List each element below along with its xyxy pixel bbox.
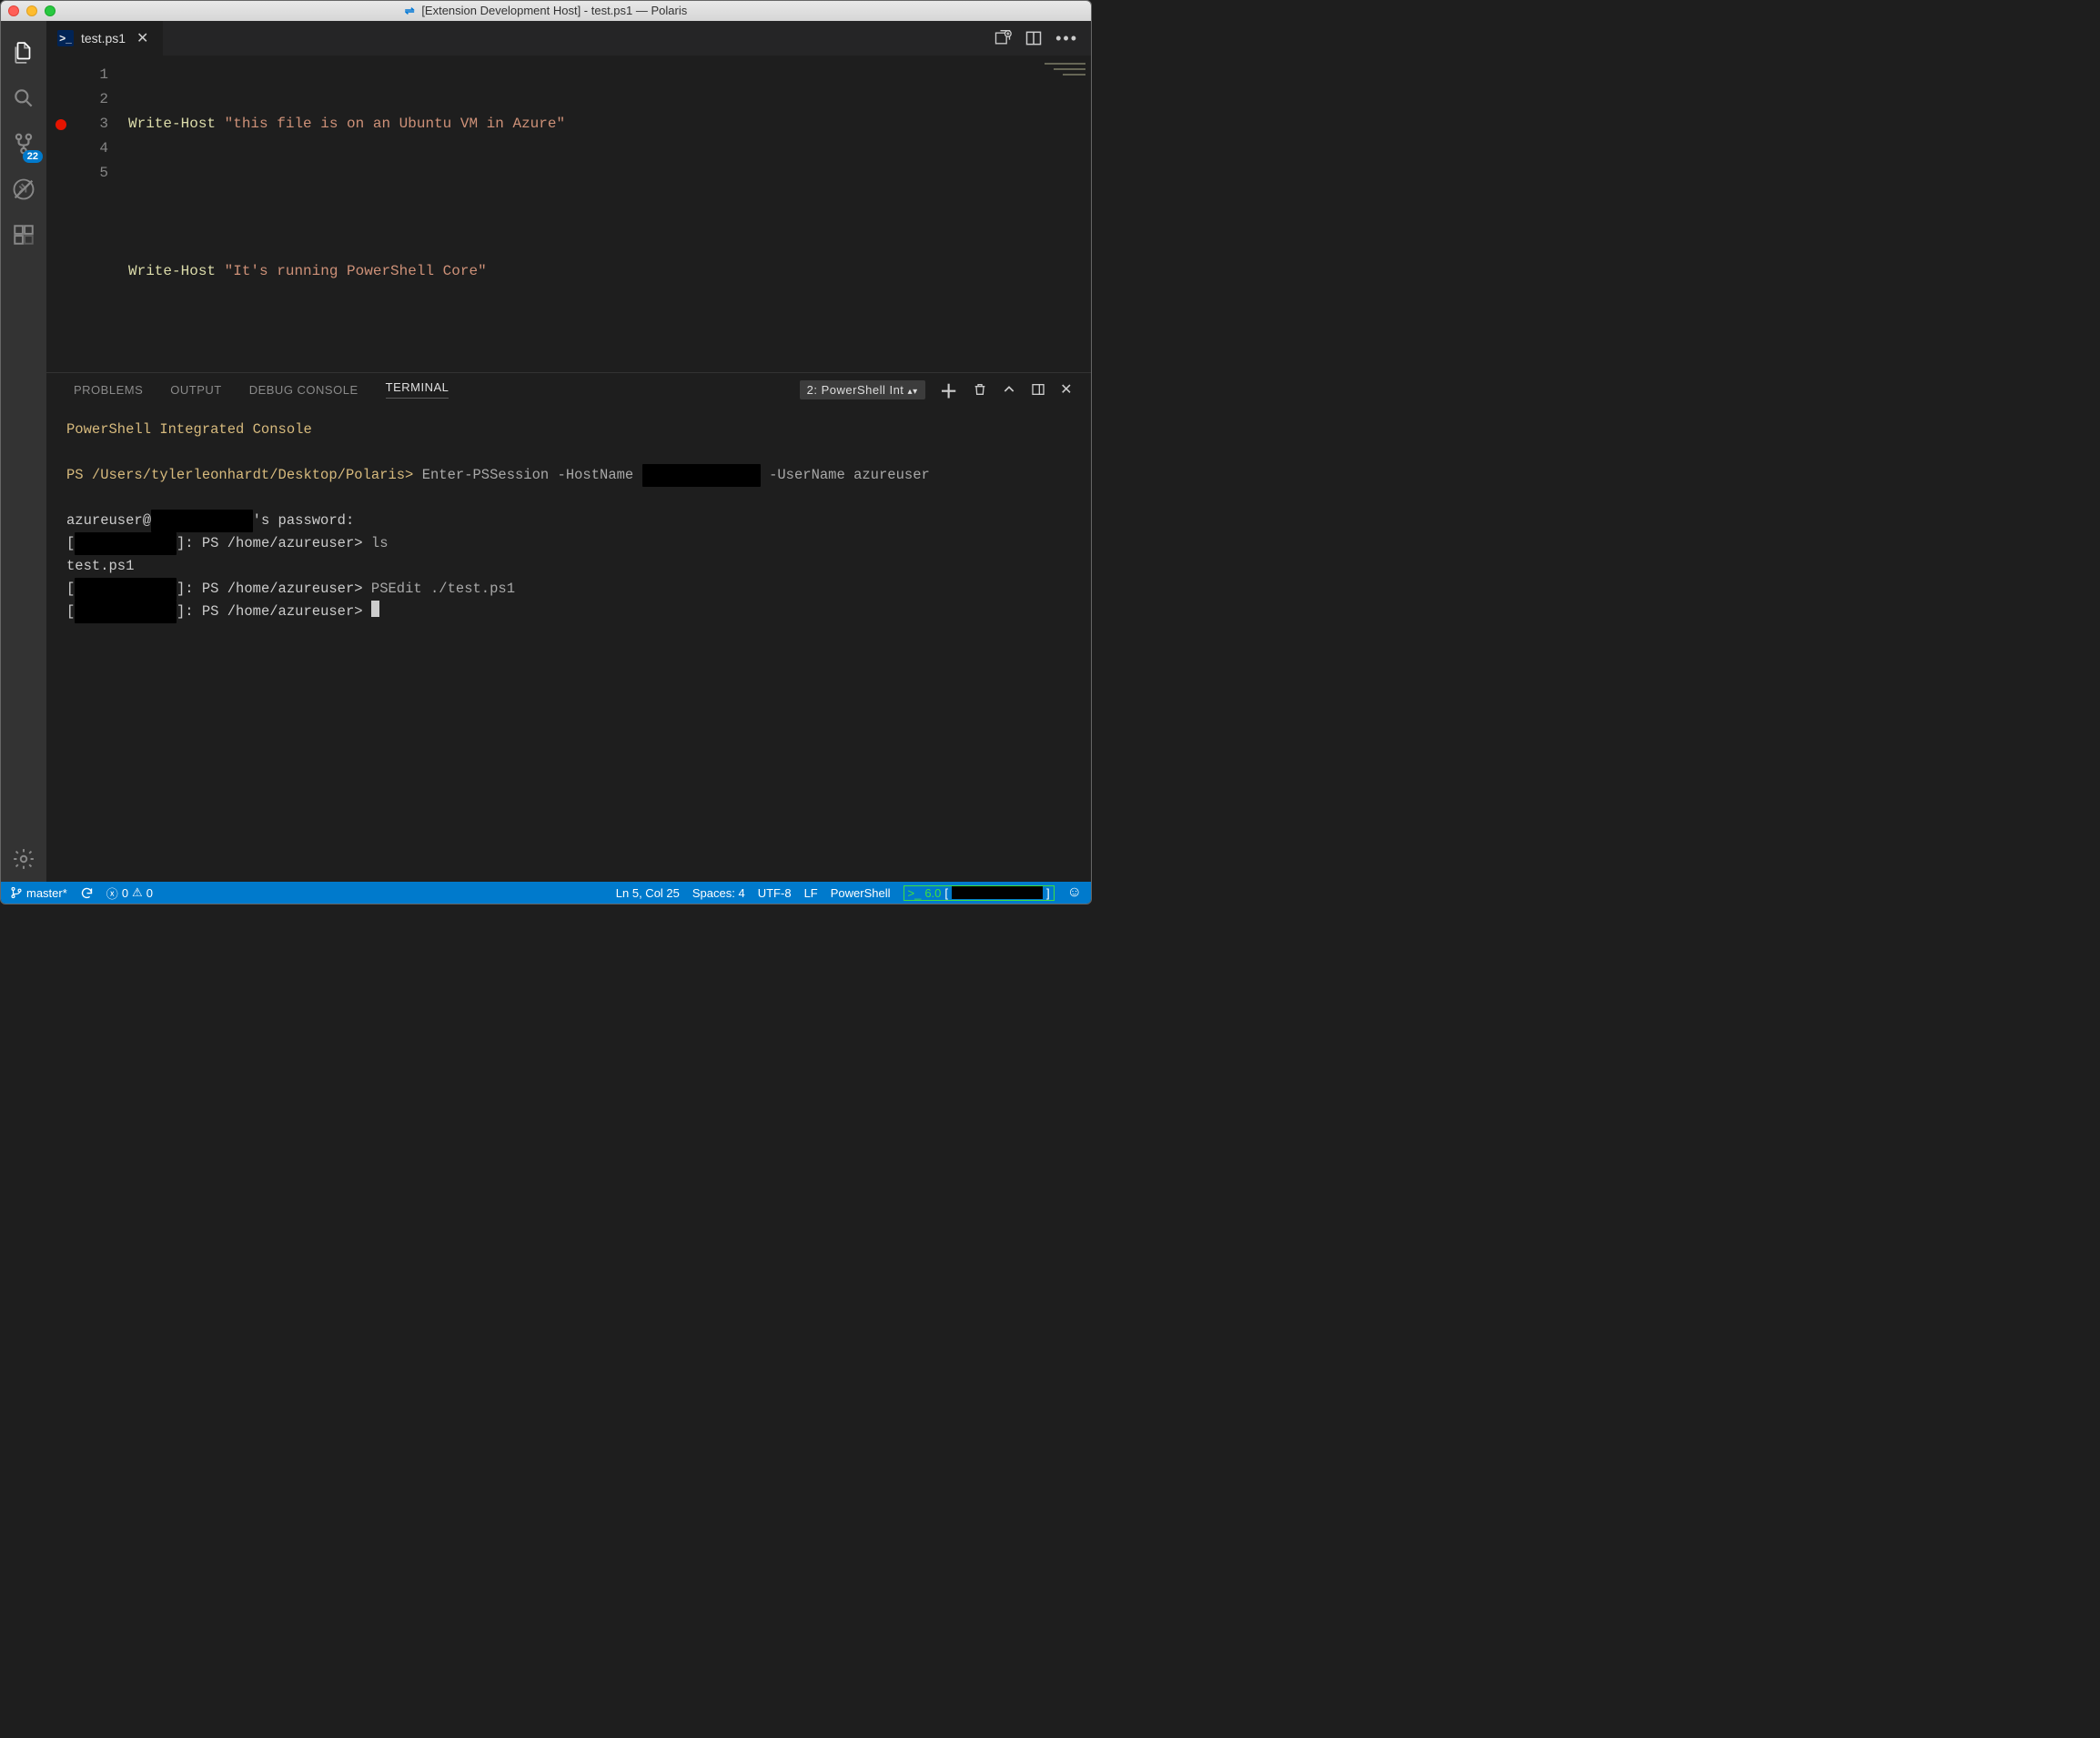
feedback-icon[interactable]: ☺ (1067, 884, 1082, 901)
line-number: 2 (46, 87, 108, 112)
close-tab-icon[interactable]: ✕ (133, 29, 152, 47)
powershell-version[interactable]: >_ 6.0 [] (904, 885, 1055, 901)
error-icon: ⓧ (106, 884, 118, 902)
zoom-window-button[interactable] (45, 5, 56, 16)
error-count: 0 (122, 886, 128, 900)
terminal-header: PowerShell Integrated Console (66, 421, 312, 438)
activity-bar: 22 (1, 21, 46, 882)
search-icon[interactable] (1, 76, 46, 121)
titlebar: ⇌ [Extension Development Host] - test.ps… (1, 1, 1091, 21)
editor-actions: ••• (994, 21, 1091, 56)
tab-terminal[interactable]: TERMINAL (386, 380, 449, 399)
ls-output: test.ps1 (66, 558, 134, 574)
remote-line: [xxxxxxxxxxxx]: PS /home/azureuser> PSEd… (66, 581, 515, 597)
terminal-command: ls (371, 535, 389, 551)
tab-test-ps1[interactable]: >_ test.ps1 ✕ (46, 21, 163, 56)
status-bar: master* ⓧ0 ⚠0 Ln 5, Col 25 Spaces: 4 UTF… (1, 882, 1091, 904)
panel-maximize-icon[interactable] (1031, 382, 1045, 397)
tab-debug-console[interactable]: DEBUG CONSOLE (249, 383, 358, 397)
terminal-command: PSEdit ./test.ps1 (371, 581, 515, 597)
window-title-text: [Extension Development Host] - test.ps1 … (421, 4, 687, 17)
redacted-hostname: xxxxxxxxxxxxxx (642, 464, 761, 487)
terminal-cursor (371, 601, 379, 617)
panel-tabs: PROBLEMS OUTPUT DEBUG CONSOLE TERMINAL 2… (46, 373, 1091, 406)
tab-problems[interactable]: PROBLEMS (74, 383, 143, 397)
code-token: Write-Host (128, 116, 216, 132)
remote-line: [xxxxxxxxxxxx]: PS /home/azureuser> ls (66, 535, 389, 551)
problems-status[interactable]: ⓧ0 ⚠0 (106, 884, 153, 902)
code-token: "this file is on an Ubuntu VM in Azure" (225, 116, 565, 132)
panel-actions: 2: PowerShell Int ▴▾ ＋ ✕ (800, 377, 1073, 403)
tab-bar: >_ test.ps1 ✕ ••• (46, 21, 1091, 56)
redacted-host: xxxxxxxxxxxx (75, 532, 177, 555)
prompt-icon: >_ (908, 886, 922, 900)
code-token: "It's running PowerShell Core" (225, 263, 487, 279)
password-prompt: azureuser@xxxxxxxxxxxx's password: (66, 512, 354, 529)
redacted-host: xxxxxxxxxxxx (151, 510, 253, 532)
new-terminal-icon[interactable]: ＋ (940, 377, 959, 403)
code-editor[interactable]: 1 2 3 4 5 Write-Host "this file is on an… (46, 56, 1091, 372)
minimap[interactable] (1041, 56, 1091, 372)
diff-icon[interactable] (994, 29, 1012, 47)
explorer-icon[interactable] (1, 30, 46, 76)
terminal-command: Enter-PSSession -HostName xxxxxxxxxxxxxx… (422, 467, 930, 483)
scm-badge: 22 (23, 150, 43, 163)
source-control-icon[interactable]: 22 (1, 121, 46, 167)
powershell-file-icon: >_ (57, 30, 74, 46)
debug-icon[interactable] (1, 167, 46, 212)
app-window: ⇌ [Extension Development Host] - test.ps… (0, 0, 1092, 904)
tab-output[interactable]: OUTPUT (170, 383, 221, 397)
close-panel-icon[interactable]: ✕ (1060, 380, 1073, 399)
workbench: 22 >_ test.ps1 ✕ (1, 21, 1091, 882)
line-number: 5 (46, 161, 108, 186)
tab-label: test.ps1 (81, 31, 126, 45)
gutter: 1 2 3 4 5 (46, 56, 128, 372)
remote-line: [xxxxxxxxxxxx]: PS /home/azureuser> (66, 603, 379, 620)
more-actions-icon[interactable]: ••• (1055, 29, 1078, 48)
code-token: Write-Host (128, 263, 216, 279)
window-title: ⇌ [Extension Development Host] - test.ps… (1, 4, 1091, 18)
git-branch[interactable]: master* (10, 886, 67, 900)
close-window-button[interactable] (8, 5, 19, 16)
breakpoint-icon[interactable] (56, 119, 66, 130)
redacted-host: xxxxxxxxxxxx (75, 578, 177, 601)
encoding-status[interactable]: UTF-8 (758, 886, 792, 900)
window-controls (8, 5, 56, 16)
line-number: 3 (99, 116, 108, 132)
prompt-path: PS /Users/tylerleonhardt/Desktop/Polaris… (66, 467, 413, 483)
sync-icon[interactable] (80, 886, 94, 900)
terminal-selector[interactable]: 2: PowerShell Int ▴▾ (800, 380, 925, 399)
extensions-icon[interactable] (1, 212, 46, 258)
bottom-panel: PROBLEMS OUTPUT DEBUG CONSOLE TERMINAL 2… (46, 372, 1091, 882)
branch-name: master* (26, 886, 67, 900)
settings-gear-icon[interactable] (1, 836, 46, 882)
code-content[interactable]: Write-Host "this file is on an Ubuntu VM… (128, 56, 1041, 372)
split-editor-icon[interactable] (1025, 29, 1043, 47)
ps-version-label: 6.0 (924, 886, 941, 900)
minimize-window-button[interactable] (26, 5, 37, 16)
panel-up-icon[interactable] (1002, 382, 1016, 397)
terminal-selector-label: 2: PowerShell Int (807, 383, 904, 397)
warning-count: 0 (146, 886, 153, 900)
line-number: 1 (46, 63, 108, 87)
redacted-version-detail (952, 886, 1043, 899)
editor-group: >_ test.ps1 ✕ ••• 1 (46, 21, 1091, 882)
language-mode[interactable]: PowerShell (831, 886, 891, 900)
vscode-icon: ⇌ (405, 4, 415, 17)
line-number: 4 (46, 136, 108, 161)
eol-status[interactable]: LF (804, 886, 818, 900)
kill-terminal-icon[interactable] (973, 381, 987, 398)
warning-icon: ⚠ (132, 885, 143, 900)
cursor-position[interactable]: Ln 5, Col 25 (616, 886, 680, 900)
redacted-host: xxxxxxxxxxxx (75, 601, 177, 623)
indentation-status[interactable]: Spaces: 4 (692, 886, 745, 900)
terminal-content[interactable]: PowerShell Integrated Console PS /Users/… (46, 406, 1091, 882)
